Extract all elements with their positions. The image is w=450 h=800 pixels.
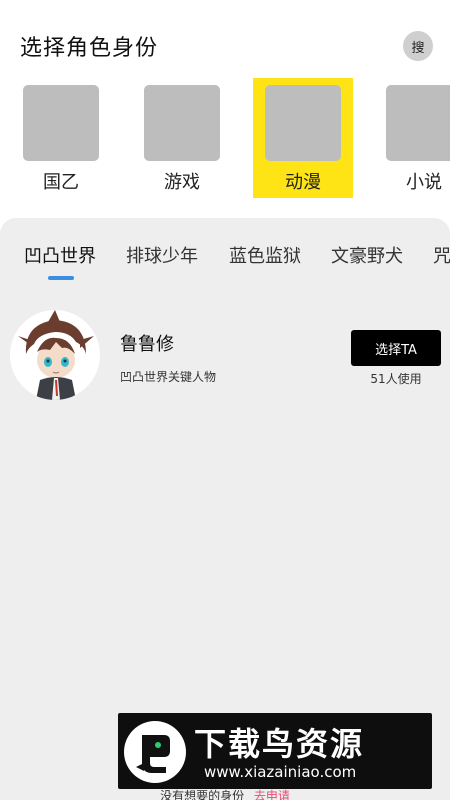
tab-paiqiu-shaonian[interactable]: 排球少年 (126, 242, 198, 268)
select-character-button[interactable]: 选择TA (351, 330, 441, 366)
avatar-illustration (18, 310, 94, 400)
page-title: 选择角色身份 (20, 36, 159, 61)
watermark-url: www.xiazainiao.com (204, 763, 357, 781)
footer-text: 没有想要的身份 (160, 789, 245, 800)
category-list: 国乙 游戏 动漫 小说 (0, 78, 450, 198)
tab-aotu-shijie[interactable]: 凹凸世界 (24, 242, 96, 268)
category-thumbnail (386, 85, 450, 161)
category-label: 动漫 (285, 172, 321, 193)
category-item-youxi[interactable]: 游戏 (132, 78, 232, 198)
category-label: 小说 (406, 172, 442, 193)
character-description: 凹凸世界关键人物 (120, 370, 217, 384)
character-card: 鲁鲁修 凹凸世界关键人物 选择TA 51人使用 (0, 310, 450, 410)
category-thumbnail (265, 85, 341, 161)
category-item-xiaoshuo[interactable]: 小说 (374, 78, 450, 198)
category-item-dongman[interactable]: 动漫 (253, 78, 353, 198)
usage-count: 51人使用 (370, 372, 422, 386)
active-tab-indicator (48, 276, 74, 280)
watermark-banner: 下载鸟资源 www.xiazainiao.com (118, 713, 432, 789)
tab-lanse-jianyu[interactable]: 蓝色监狱 (229, 242, 301, 268)
search-button[interactable]: 搜 (403, 31, 433, 61)
character-avatar (10, 310, 100, 400)
category-label: 游戏 (164, 172, 200, 193)
tab-zhou[interactable]: 咒 (433, 242, 450, 268)
category-item-guoyi[interactable]: 国乙 (11, 78, 111, 198)
bird-logo-icon (124, 721, 186, 783)
tab-wenhao-yequan[interactable]: 文豪野犬 (331, 242, 403, 268)
character-name: 鲁鲁修 (120, 334, 174, 355)
apply-link[interactable]: 去申请 (254, 789, 290, 800)
category-thumbnail (23, 85, 99, 161)
category-thumbnail (144, 85, 220, 161)
category-label: 国乙 (43, 172, 79, 193)
watermark-title: 下载鸟资源 (194, 725, 365, 763)
role-identity-page: 选择角色身份 搜 国乙 游戏 动漫 小说 凹凸世界 排球少年 蓝色监狱 文豪野犬… (0, 0, 450, 800)
